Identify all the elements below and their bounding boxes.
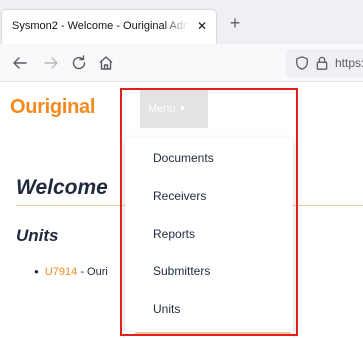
page-title: Welcome <box>16 176 108 199</box>
browser-tab-active[interactable]: Sysmon2 - Welcome - Ouriginal Admin ✕ <box>2 10 216 44</box>
new-tab-icon[interactable]: + <box>226 14 244 32</box>
tab-title: Sysmon2 - Welcome - Ouriginal Admin <box>12 20 188 32</box>
browser-toolbar: https://s <box>0 44 363 82</box>
ouriginal-logo[interactable]: Ouriginal <box>10 96 95 119</box>
close-tab-icon[interactable]: ✕ <box>194 18 210 34</box>
browser-tab-strip: Sysmon2 - Welcome - Ouriginal Admin ✕ + <box>0 0 363 44</box>
menu-label: Menu <box>148 103 176 115</box>
home-icon[interactable] <box>97 54 115 72</box>
list-item: ● U7914 - Ouri <box>34 266 108 278</box>
lock-icon[interactable] <box>314 55 330 71</box>
unit-link[interactable]: U7914 <box>45 266 77 278</box>
url-text: https://s <box>335 56 363 70</box>
units-heading: Units <box>16 226 59 245</box>
menu-dropdown-button[interactable]: Menu ▼ <box>140 90 208 128</box>
reload-icon[interactable] <box>70 54 88 72</box>
unit-separator: - <box>77 266 88 278</box>
menu-item-receivers[interactable]: Receivers <box>125 179 293 213</box>
menu-item-reports[interactable]: Reports <box>125 217 293 251</box>
unit-name: Ouri <box>87 266 108 278</box>
site-header: Ouriginal Menu ▼ <box>0 82 363 132</box>
menu-accent-bar <box>135 332 291 335</box>
chevron-down-icon: ▼ <box>178 104 187 114</box>
forward-arrow-icon[interactable] <box>42 54 60 72</box>
back-arrow-icon[interactable] <box>11 54 29 72</box>
menu-item-submitters[interactable]: Submitters <box>125 254 293 288</box>
bullet-icon: ● <box>34 267 39 276</box>
address-bar[interactable]: https://s <box>286 49 363 77</box>
logo-text: Ouriginal <box>10 96 96 118</box>
shield-icon[interactable] <box>294 55 310 71</box>
menu-dropdown: Documents Receivers Reports Submitters U… <box>125 138 293 338</box>
menu-item-documents[interactable]: Documents <box>125 141 293 175</box>
menu-item-units[interactable]: Units <box>125 292 293 326</box>
